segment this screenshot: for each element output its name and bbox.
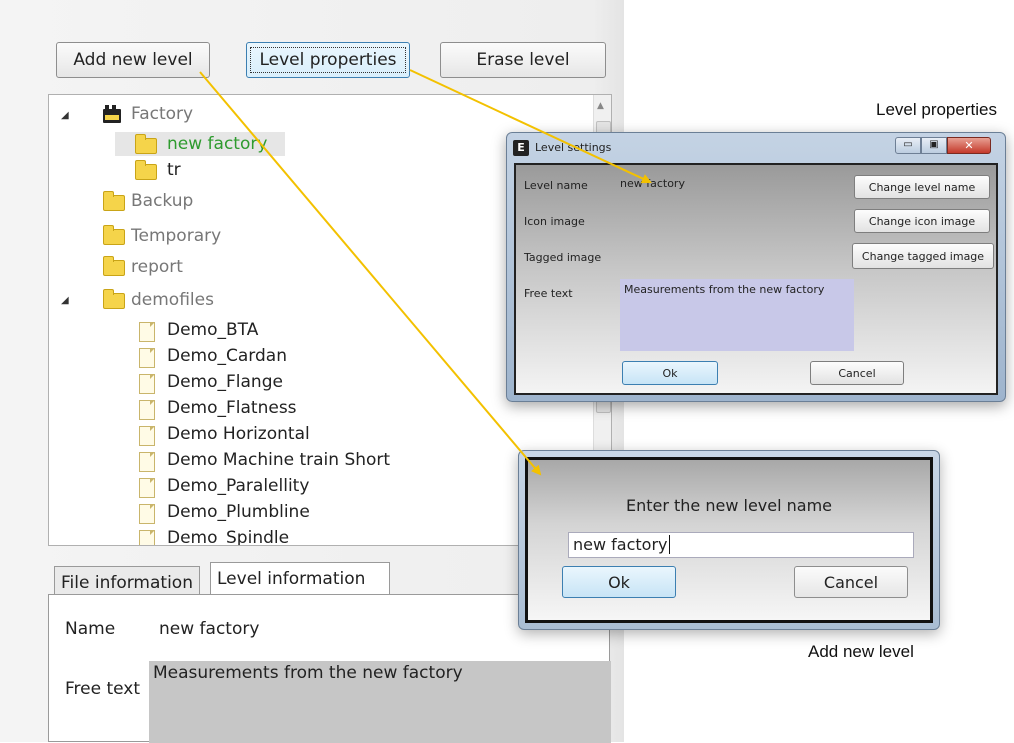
arrow-level-properties: [409, 69, 652, 184]
callout-arrows: [199, 69, 652, 476]
arrow-add-new-level: [199, 71, 542, 476]
